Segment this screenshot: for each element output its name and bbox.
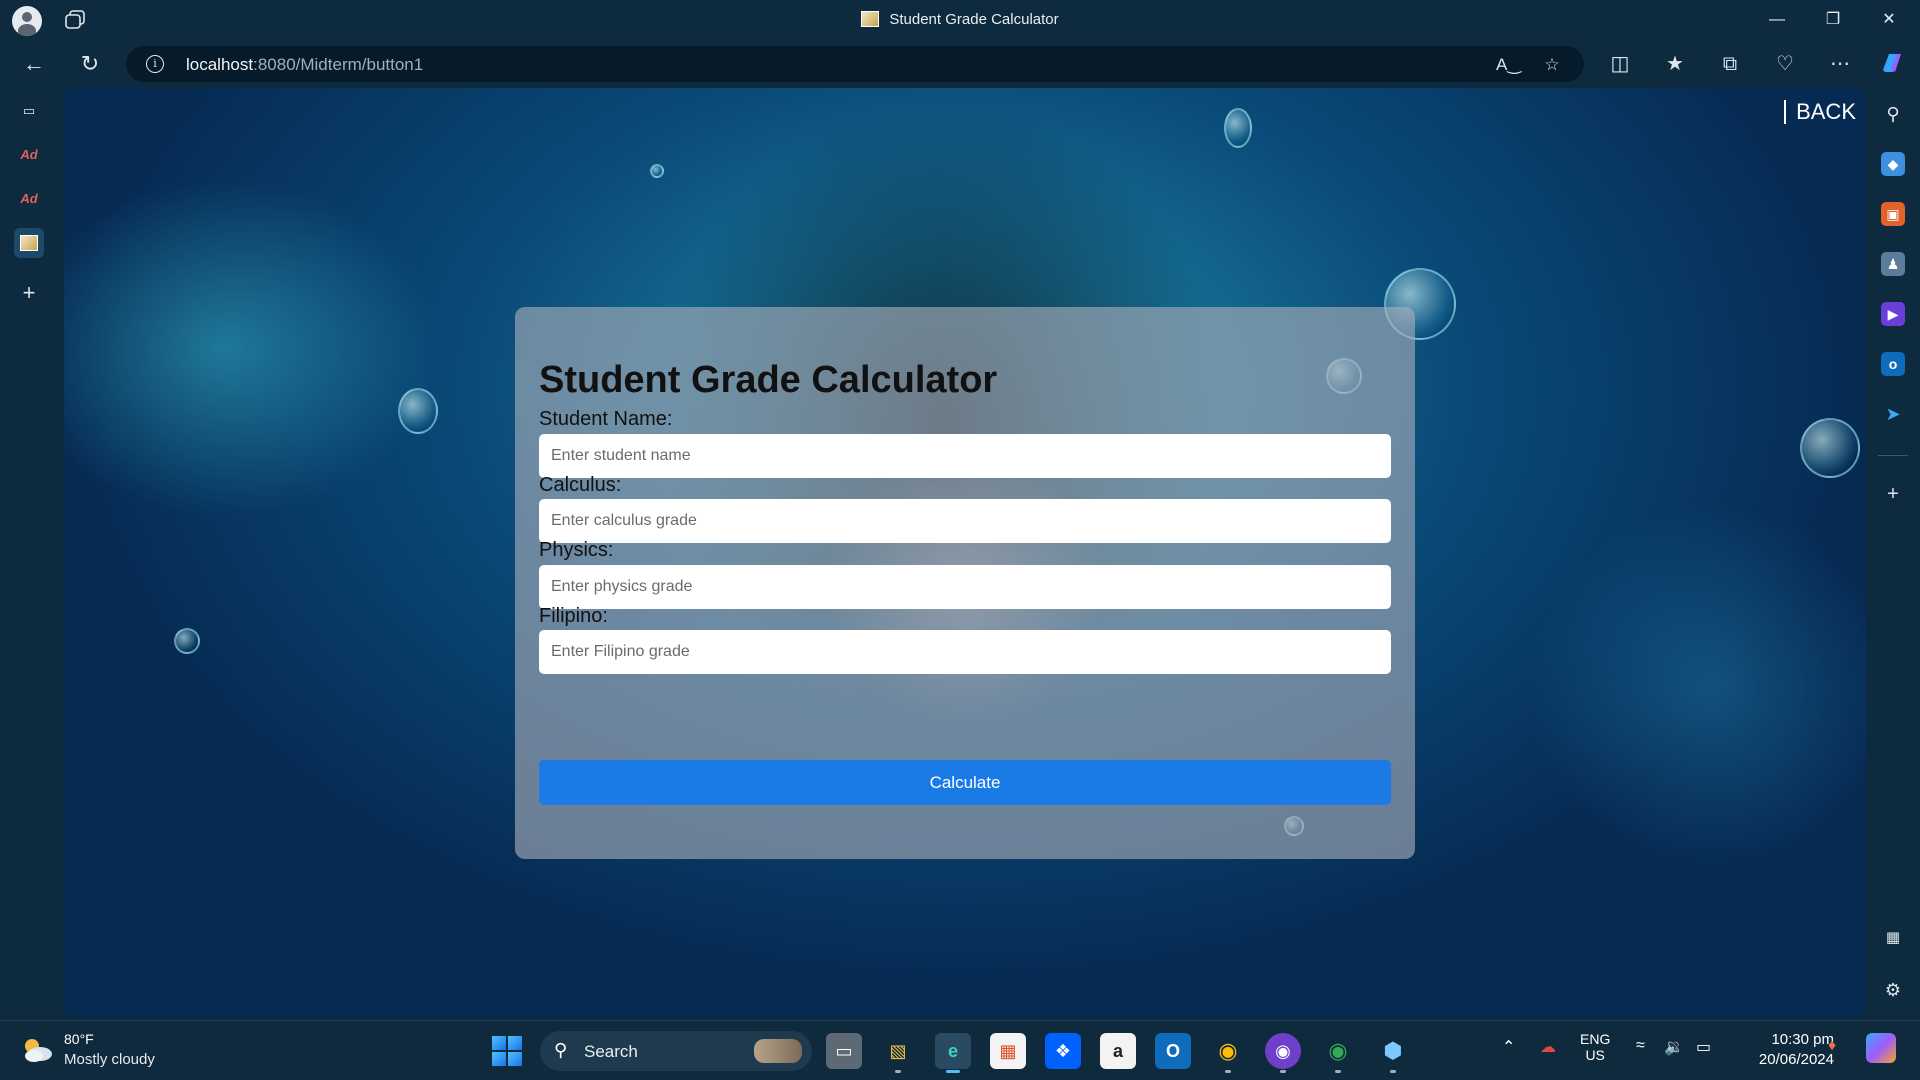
close-icon[interactable]: ✕ xyxy=(1866,4,1912,36)
microsoft-store-icon[interactable]: ▦ xyxy=(990,1033,1026,1069)
send-icon[interactable]: ➤ xyxy=(1881,402,1905,426)
background-bubble xyxy=(1800,418,1860,478)
copilot-icon[interactable] xyxy=(1878,50,1906,78)
window-title: Student Grade Calculator xyxy=(0,11,1920,28)
edge-browser-icon[interactable]: e xyxy=(935,1033,971,1073)
vertical-tab-strip: ▭ Ad Ad + xyxy=(0,88,64,1020)
chrome-profile-icon[interactable]: ◉ xyxy=(1320,1033,1356,1073)
read-aloud-icon[interactable]: A‿ xyxy=(1496,53,1521,77)
browser-essentials-icon[interactable]: ♡ xyxy=(1771,50,1799,78)
windows-start-icon[interactable] xyxy=(492,1036,522,1066)
grade-calculator-tab-icon[interactable] xyxy=(14,228,44,258)
clock-time[interactable]: 10:30 pm xyxy=(1771,1031,1834,1048)
grade-form-card: Student Grade Calculator Student Name: C… xyxy=(515,307,1415,859)
taskbar-search[interactable]: ⚲ Search xyxy=(540,1031,812,1071)
search-icon[interactable]: ⚲ xyxy=(1881,102,1905,126)
url-host: localhost xyxy=(186,55,254,74)
task-view-icon[interactable]: ▭ xyxy=(826,1033,862,1069)
sidebar-divider xyxy=(1878,455,1908,456)
edge-sidebar: ⚲ ◆ ▣ ♟ ▶ o ➤ + ▦ ⚙ xyxy=(1866,88,1920,1020)
add-icon[interactable]: + xyxy=(1881,482,1905,506)
amazon-icon[interactable]: a xyxy=(1100,1033,1136,1069)
restore-icon[interactable]: ❐ xyxy=(1810,4,1856,36)
screenshot-icon[interactable]: ▦ xyxy=(1881,926,1905,950)
calculus-label: Calculus: xyxy=(539,474,622,496)
minimize-icon[interactable]: — xyxy=(1754,4,1800,36)
url-text[interactable]: localhost:8080/Midterm/button1 xyxy=(186,55,423,75)
filipino-grade-input[interactable] xyxy=(539,630,1391,674)
volume-icon[interactable]: 🔉 xyxy=(1664,1037,1684,1057)
weather-cloudy-icon[interactable] xyxy=(20,1035,54,1063)
weather-description[interactable]: Mostly cloudy xyxy=(64,1051,155,1068)
language-code: ENG xyxy=(1580,1031,1611,1047)
background-bubble xyxy=(174,628,200,654)
student-name-input[interactable] xyxy=(539,434,1391,478)
acrobat-tab-icon[interactable]: Ad xyxy=(14,140,44,170)
filipino-label: Filipino: xyxy=(539,605,608,627)
physics-grade-input[interactable] xyxy=(539,565,1391,609)
clock-date[interactable]: 20/06/2024 xyxy=(1759,1051,1834,1068)
games-icon[interactable]: ♟ xyxy=(1881,252,1905,276)
calculate-button[interactable]: Calculate xyxy=(539,760,1391,805)
background-bubble xyxy=(1224,108,1252,148)
cube-app-icon[interactable]: ⬢ xyxy=(1375,1033,1411,1073)
student-name-label: Student Name: xyxy=(539,408,673,430)
github-desktop-icon[interactable]: ◉ xyxy=(1265,1033,1301,1073)
calculus-grade-input[interactable] xyxy=(539,499,1391,543)
shopping-tag-icon[interactable]: ◆ xyxy=(1881,152,1905,176)
settings-icon[interactable]: ⚙ xyxy=(1881,978,1905,1002)
toolbox-icon[interactable]: ▣ xyxy=(1881,202,1905,226)
address-bar[interactable]: i localhost:8080/Midterm/button1 A‿ ☆ xyxy=(126,46,1584,82)
refresh-icon[interactable]: ↻ xyxy=(76,50,104,78)
copilot-taskbar-icon[interactable] xyxy=(1866,1033,1896,1063)
window-title-text: Student Grade Calculator xyxy=(889,11,1059,28)
favorites-icon[interactable]: ★ xyxy=(1661,50,1689,78)
dropbox-icon[interactable]: ❖ xyxy=(1045,1033,1081,1069)
acrobat-tab-icon[interactable]: Ad xyxy=(14,184,44,214)
search-icon: ⚲ xyxy=(554,1040,568,1060)
new-tab-icon[interactable]: + xyxy=(14,278,44,308)
chrome-icon[interactable]: ◉ xyxy=(1210,1033,1246,1073)
outlook-new-icon[interactable]: O xyxy=(1155,1033,1191,1069)
language-indicator[interactable]: ENG US xyxy=(1580,1031,1610,1063)
favorite-star-icon[interactable]: ☆ xyxy=(1540,53,1564,77)
page-viewport: BACK Student Grade Calculator Student Na… xyxy=(64,88,1866,1016)
back-arrow-icon[interactable]: ← xyxy=(20,50,48,78)
notification-bell-icon[interactable]: ♦ xyxy=(1828,1037,1836,1055)
browser-title-bar: Student Grade Calculator — ❐ ✕ xyxy=(0,0,1920,40)
file-explorer-icon[interactable]: ▧ xyxy=(880,1033,916,1073)
search-highlight-image xyxy=(754,1039,802,1063)
url-path: :8080/Midterm/button1 xyxy=(253,55,424,74)
back-link[interactable]: BACK xyxy=(1784,100,1856,124)
windows-taskbar: 80°F Mostly cloudy ⚲ Search ▭ ▧ e ▦ ❖ a … xyxy=(0,1020,1920,1080)
background-bubble xyxy=(398,388,438,434)
split-screen-icon[interactable]: ◫ xyxy=(1606,50,1634,78)
background-bubble xyxy=(650,164,664,178)
browser-toolbar: ← ↻ i localhost:8080/Midterm/button1 A‿ … xyxy=(0,40,1920,88)
physics-label: Physics: xyxy=(539,539,614,561)
copilot-sidebar-icon[interactable]: ▶ xyxy=(1881,302,1905,326)
show-hidden-icons-icon[interactable]: ⌃ xyxy=(1502,1037,1515,1057)
outlook-icon[interactable]: o xyxy=(1881,352,1905,376)
site-info-icon[interactable]: i xyxy=(146,55,164,73)
wifi-icon[interactable]: ≈ xyxy=(1636,1037,1645,1055)
collections-icon[interactable]: ⧉ xyxy=(1716,50,1744,78)
taskbar-search-label: Search xyxy=(584,1042,638,1061)
battery-icon[interactable]: ▭ xyxy=(1696,1037,1711,1057)
region-code: US xyxy=(1585,1047,1605,1063)
tab-actions-icon[interactable]: ▭ xyxy=(14,96,44,126)
more-options-icon[interactable]: ⋯ xyxy=(1826,50,1854,78)
page-favicon-icon xyxy=(861,11,880,27)
weather-temperature[interactable]: 80°F xyxy=(64,1031,94,1047)
onedrive-error-icon[interactable]: ☁ xyxy=(1540,1037,1556,1057)
page-title: Student Grade Calculator xyxy=(539,359,998,401)
